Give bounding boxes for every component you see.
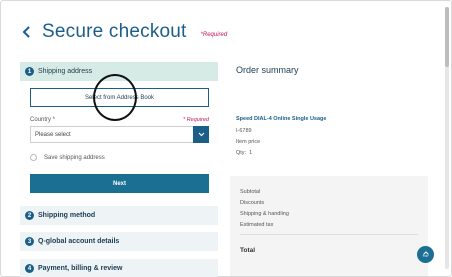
divider <box>240 234 418 235</box>
back-to-top-label: TOP <box>422 254 429 258</box>
total-label: Total <box>240 247 256 254</box>
header: Secure checkout *Required <box>22 18 227 46</box>
country-select[interactable]: Please select <box>30 126 209 143</box>
step-number: 4 <box>25 264 34 273</box>
product-name-link[interactable]: Speed DIAL-4 Online Single Usage <box>236 116 326 122</box>
estimated-tax-label: Estimated tax <box>240 222 274 228</box>
step-label: Payment, billing & review <box>38 265 123 272</box>
step-label: Shipping address <box>38 68 93 75</box>
country-label: Country * <box>30 117 56 123</box>
subtotal-label: Subtotal <box>240 189 261 195</box>
step-label: Shipping method <box>38 212 96 219</box>
step-number: 1 <box>25 67 34 76</box>
chevron-down-icon[interactable] <box>193 126 209 143</box>
country-required-note: * Required <box>183 117 209 123</box>
product-qty-value: 1 <box>249 150 253 156</box>
country-select-value: Please select <box>35 131 71 138</box>
shipping-handling-label: Shipping & handling <box>240 211 289 217</box>
discounts-label: Discounts <box>240 200 265 206</box>
product-price-label: Item price <box>236 139 261 145</box>
order-summary-title: Order summary <box>236 65 299 75</box>
chevron-left-icon[interactable] <box>22 22 36 42</box>
product-qty: Qty: 1 <box>236 150 252 156</box>
step-payment-review[interactable]: 4 Payment, billing & review <box>20 259 218 277</box>
page-title: Secure checkout <box>42 21 187 42</box>
step-label: Q-global account details <box>38 238 120 245</box>
step-number: 3 <box>25 237 34 246</box>
back-to-top-button[interactable]: TOP <box>417 246 434 263</box>
step-number: 2 <box>25 211 34 220</box>
step-shipping-method[interactable]: 2 Shipping method <box>20 206 218 225</box>
scrollbar[interactable] <box>445 7 449 269</box>
summary-box: Subtotal Discounts Shipping & handling E… <box>230 176 428 276</box>
highlight-circle <box>93 74 137 121</box>
save-shipping-row: Save shipping address <box>30 154 105 161</box>
save-shipping-label: Save shipping address <box>44 154 105 161</box>
product-qty-label: Qty: <box>236 150 247 156</box>
required-note: *Required <box>200 32 228 38</box>
step-account-details[interactable]: 3 Q-global account details <box>20 232 218 251</box>
next-button[interactable]: Next <box>30 174 209 193</box>
scrollbar-thumb[interactable] <box>445 7 449 67</box>
save-shipping-checkbox[interactable] <box>30 154 37 161</box>
product-sku: I-6789 <box>236 128 252 134</box>
